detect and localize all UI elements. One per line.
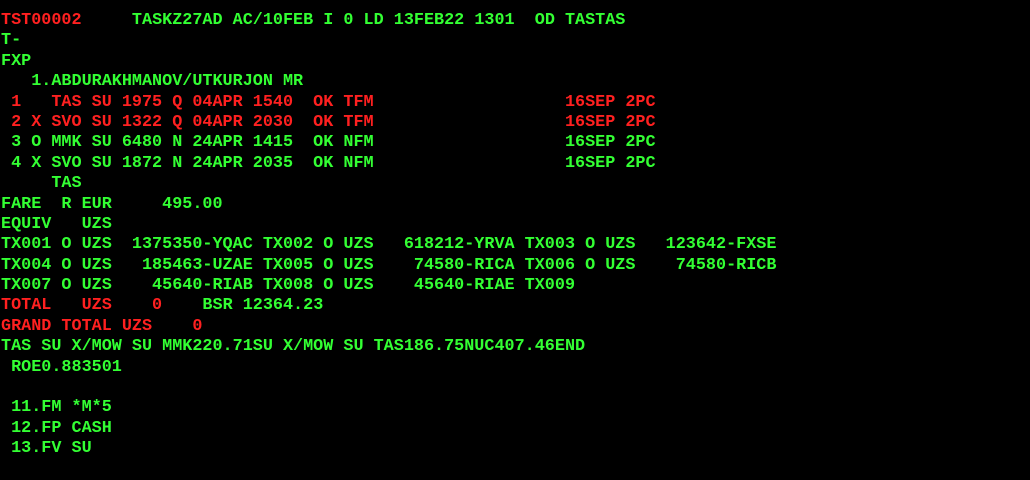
grand-total-text: GRAND TOTAL UZS 0	[1, 316, 203, 336]
fare-calc-line: TAS SU X/MOW SU MMK220.71SU X/MOW SU TAS…	[1, 337, 1030, 357]
ticketing-text: T-	[1, 31, 22, 51]
segment-2-text: 2 X SVO SU 1322 Q 04APR 2030 OK TFM 16SE…	[1, 112, 656, 132]
grand-total-line: GRAND TOTAL UZS 0	[1, 317, 1030, 337]
passenger-line: 1.ABDURAKHMANOV/UTKURJON MR	[1, 72, 1030, 92]
segment-1-text: 1 TAS SU 1975 Q 04APR 1540 OK TFM 16SEP …	[1, 92, 656, 112]
tax-line-2-text: TX004 O UZS 185463-UZAE TX005 O UZS 7458…	[1, 255, 777, 275]
tax-line-3-text: TX007 O UZS 45640-RIAB TX008 O UZS 45640…	[1, 276, 576, 296]
ticketing-line: T-	[1, 31, 1030, 51]
fare-calc-text: TAS SU X/MOW SU MMK220.71SU X/MOW SU TAS…	[1, 337, 586, 357]
command-line: FXP	[1, 52, 1030, 72]
segment-line-3: 3 O MMK SU 6480 N 24APR 1415 OK NFM 16SE…	[1, 133, 1030, 153]
fv-line: 13.FV SU	[1, 439, 1030, 459]
tst-header-line: TST00002 TASKZ27AD AC/10FEB I 0 LD 13FEB…	[1, 11, 1030, 31]
segment-line-4: 4 X SVO SU 1872 N 24APR 2035 OK NFM 16SE…	[1, 154, 1030, 174]
command-text: FXP	[1, 51, 32, 71]
total-line: TOTAL UZS 0 BSR 12364.23	[1, 296, 1030, 316]
fp-text: 12.FP CASH	[1, 418, 112, 438]
tax-line-2: TX004 O UZS 185463-UZAE TX005 O UZS 7458…	[1, 256, 1030, 276]
terminal-screen[interactable]: TST00002 TASKZ27AD AC/10FEB I 0 LD 13FEB…	[0, 0, 1030, 480]
fare-line: FARE R EUR 495.00	[1, 195, 1030, 215]
passenger-name: 1.ABDURAKHMANOV/UTKURJON MR	[1, 72, 304, 92]
segment-line-2: 2 X SVO SU 1322 Q 04APR 2030 OK TFM 16SE…	[1, 113, 1030, 133]
total-amount: TOTAL UZS 0	[1, 296, 163, 316]
segment-3-text: 3 O MMK SU 6480 N 24APR 1415 OK NFM 16SE…	[1, 133, 656, 153]
fare-text: FARE R EUR 495.00	[1, 194, 223, 214]
segment-4-text: 4 X SVO SU 1872 N 24APR 2035 OK NFM 16SE…	[1, 153, 656, 173]
destination-line: TAS	[1, 174, 1030, 194]
tst-header-details: TASKZ27AD AC/10FEB I 0 LD 13FEB22 1301 O…	[81, 11, 626, 30]
equiv-text: EQUIV UZS	[1, 214, 112, 234]
tax-line-3: TX007 O UZS 45640-RIAB TX008 O UZS 45640…	[1, 276, 1030, 296]
fp-line: 12.FP CASH	[1, 419, 1030, 439]
tax-line-1: TX001 O UZS 1375350-YQAC TX002 O UZS 618…	[1, 235, 1030, 255]
tst-number: TST00002	[1, 11, 82, 30]
roe-line: ROE0.883501	[1, 358, 1030, 378]
segment-line-1: 1 TAS SU 1975 Q 04APR 1540 OK TFM 16SEP …	[1, 93, 1030, 113]
roe-text: ROE0.883501	[1, 357, 122, 377]
fm-line: 11.FM *M*5	[1, 398, 1030, 418]
fm-text: 11.FM *M*5	[1, 398, 112, 418]
destination-text: TAS	[1, 174, 82, 194]
bsr-rate: BSR 12364.23	[162, 296, 324, 316]
equiv-line: EQUIV UZS	[1, 215, 1030, 235]
tax-line-1-text: TX001 O UZS 1375350-YQAC TX002 O UZS 618…	[1, 235, 777, 255]
fv-text: 13.FV SU	[1, 439, 92, 459]
